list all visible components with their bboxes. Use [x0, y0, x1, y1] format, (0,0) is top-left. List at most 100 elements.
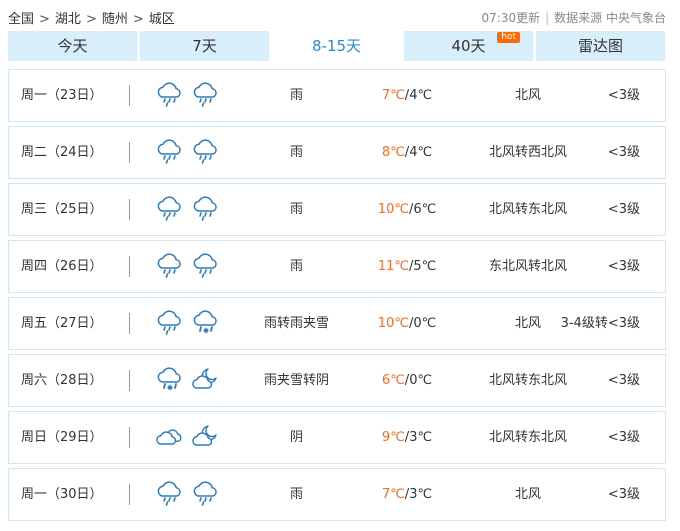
forecast-tabs: 今天 7天 8-15天 40天 hot 雷达图 [8, 31, 666, 61]
temperature-range: 7℃/4℃ [381, 88, 433, 103]
forecast-row: 周二（24日） 雨 8℃/4℃ 北风转西北风 <3级 [8, 126, 666, 179]
breadcrumb-item-country[interactable]: 全国 [8, 12, 34, 27]
weather-condition: 雨夹雪转阴 [263, 373, 329, 388]
wind-level: <3级 [607, 145, 640, 160]
forecast-row: 周日（29日） 阴 9℃/3℃ 北风转东北风 <3级 [8, 411, 666, 464]
wind-direction: 北风转西北风 [488, 145, 567, 160]
weather-icons [155, 480, 219, 510]
tab-7-days[interactable]: 7天 [140, 31, 269, 61]
forecast-row: 周一（23日） 雨 7℃/4℃ 北风 <3级 [8, 69, 666, 122]
low-temperature: 0℃ [413, 316, 437, 331]
rain-icon [193, 253, 217, 278]
data-source-label: 数据来源 中央气象台 [554, 11, 666, 25]
tab-label: 7天 [192, 37, 217, 55]
forecast-date: 周一（23日） [21, 88, 103, 103]
wind-level: <3级 [607, 487, 640, 502]
forecast-date: 周五（27日） [21, 316, 103, 331]
weather-condition: 阴 [289, 430, 303, 445]
rain-icon [157, 196, 181, 221]
rain-icon [157, 139, 181, 164]
forecast-row: 周五（27日） 雨转雨夹雪 10℃/0℃ 北风 3-4级转<3级 [8, 297, 666, 350]
wind-level: <3级 [607, 259, 640, 274]
weather-icons [155, 138, 219, 168]
high-temperature: 7℃ [381, 88, 405, 103]
row-divider [129, 142, 130, 163]
temperature-range: 10℃/0℃ [377, 316, 437, 331]
forecast-row: 周一（30日） 雨 7℃/3℃ 北风 <3级 [8, 468, 666, 521]
temperature-range: 8℃/4℃ [381, 145, 433, 160]
high-temperature: 7℃ [381, 487, 405, 502]
low-temperature: 0℃ [409, 373, 433, 388]
rain-icon [157, 253, 181, 278]
breadcrumb-separator: > [132, 12, 144, 27]
tab-40-days[interactable]: 40天 hot [404, 31, 533, 61]
tab-label: 8-15天 [311, 37, 362, 55]
weather-condition: 雨 [289, 259, 303, 274]
tab-label: 雷达图 [577, 37, 623, 55]
weather-icons [155, 81, 219, 111]
tab-8-15-days[interactable]: 8-15天 [272, 31, 401, 61]
temperature-range: 7℃/3℃ [381, 487, 433, 502]
forecast-date: 周日（29日） [21, 430, 103, 445]
low-temperature: 6℃ [413, 202, 437, 217]
row-divider [129, 427, 130, 448]
row-divider [129, 85, 130, 106]
wind-level: <3级 [607, 430, 640, 445]
wind-level: <3级 [607, 88, 640, 103]
forecast-row: 周四（26日） 雨 11℃/5℃ 东北风转北风 <3级 [8, 240, 666, 293]
rain-icon [157, 310, 181, 335]
low-temperature: 4℃ [409, 145, 433, 160]
forecast-date: 周一（30日） [21, 487, 103, 502]
wind-direction: 北风 [514, 487, 541, 502]
high-temperature: 6℃ [381, 373, 405, 388]
rain-icon [193, 82, 217, 107]
breadcrumb-separator: > [39, 12, 50, 27]
overcast-icon [156, 429, 182, 445]
wind-level: <3级 [607, 373, 640, 388]
rain-icon [193, 481, 217, 506]
update-time: 07:30更新 [481, 11, 541, 25]
rain-icon [157, 82, 181, 107]
wind-level: 3-4级转<3级 [560, 316, 640, 331]
hot-badge: hot [497, 32, 520, 43]
tab-label: 40天 [451, 37, 486, 55]
high-temperature: 9℃ [381, 430, 405, 445]
high-temperature: 10℃ [377, 202, 409, 217]
data-source-info: 07:30更新 | 数据来源 中央气象台 [482, 9, 666, 26]
weather-condition: 雨 [289, 145, 303, 160]
forecast-date: 周三（25日） [21, 202, 103, 217]
temperature-range: 11℃/5℃ [377, 259, 437, 274]
tab-radar[interactable]: 雷达图 [536, 31, 665, 61]
breadcrumb: 全国 > 湖北 > 随州 > 城区 [8, 8, 175, 27]
wind-direction: 北风 [514, 88, 541, 103]
high-temperature: 8℃ [381, 145, 405, 160]
row-divider [129, 256, 130, 277]
breadcrumb-item-province[interactable]: 湖北 [55, 12, 81, 27]
rain-icon [193, 196, 217, 221]
weather-icons [155, 252, 219, 282]
tab-label: 今天 [57, 37, 88, 55]
breadcrumb-item-city[interactable]: 随州 [102, 12, 128, 27]
cloudy-night-icon [192, 368, 217, 389]
low-temperature: 5℃ [413, 259, 437, 274]
temperature-range: 6℃/0℃ [381, 373, 433, 388]
forecast-date: 周四（26日） [21, 259, 103, 274]
breadcrumb-item-district[interactable]: 城区 [149, 12, 175, 27]
tab-today[interactable]: 今天 [8, 31, 137, 61]
high-temperature: 11℃ [377, 259, 409, 274]
forecast-date: 周二（24日） [21, 145, 103, 160]
high-temperature: 10℃ [377, 316, 409, 331]
forecast-row: 周三（25日） 雨 10℃/6℃ 北风转东北风 <3级 [8, 183, 666, 236]
wind-direction: 东北风转北风 [488, 259, 567, 274]
low-temperature: 3℃ [409, 430, 433, 445]
rain-icon [193, 139, 217, 164]
row-divider [129, 370, 130, 391]
weather-icons [155, 195, 219, 225]
breadcrumb-separator: > [85, 12, 97, 27]
weather-condition: 雨转雨夹雪 [263, 316, 329, 331]
weather-icons [155, 366, 219, 396]
rain-icon [157, 481, 181, 506]
weather-condition: 雨 [289, 487, 303, 502]
forecast-row: 周六（28日） 雨夹雪转阴 6℃/0℃ 北风转东北风 <3级 [8, 354, 666, 407]
wind-direction: 北风转东北风 [488, 430, 567, 445]
